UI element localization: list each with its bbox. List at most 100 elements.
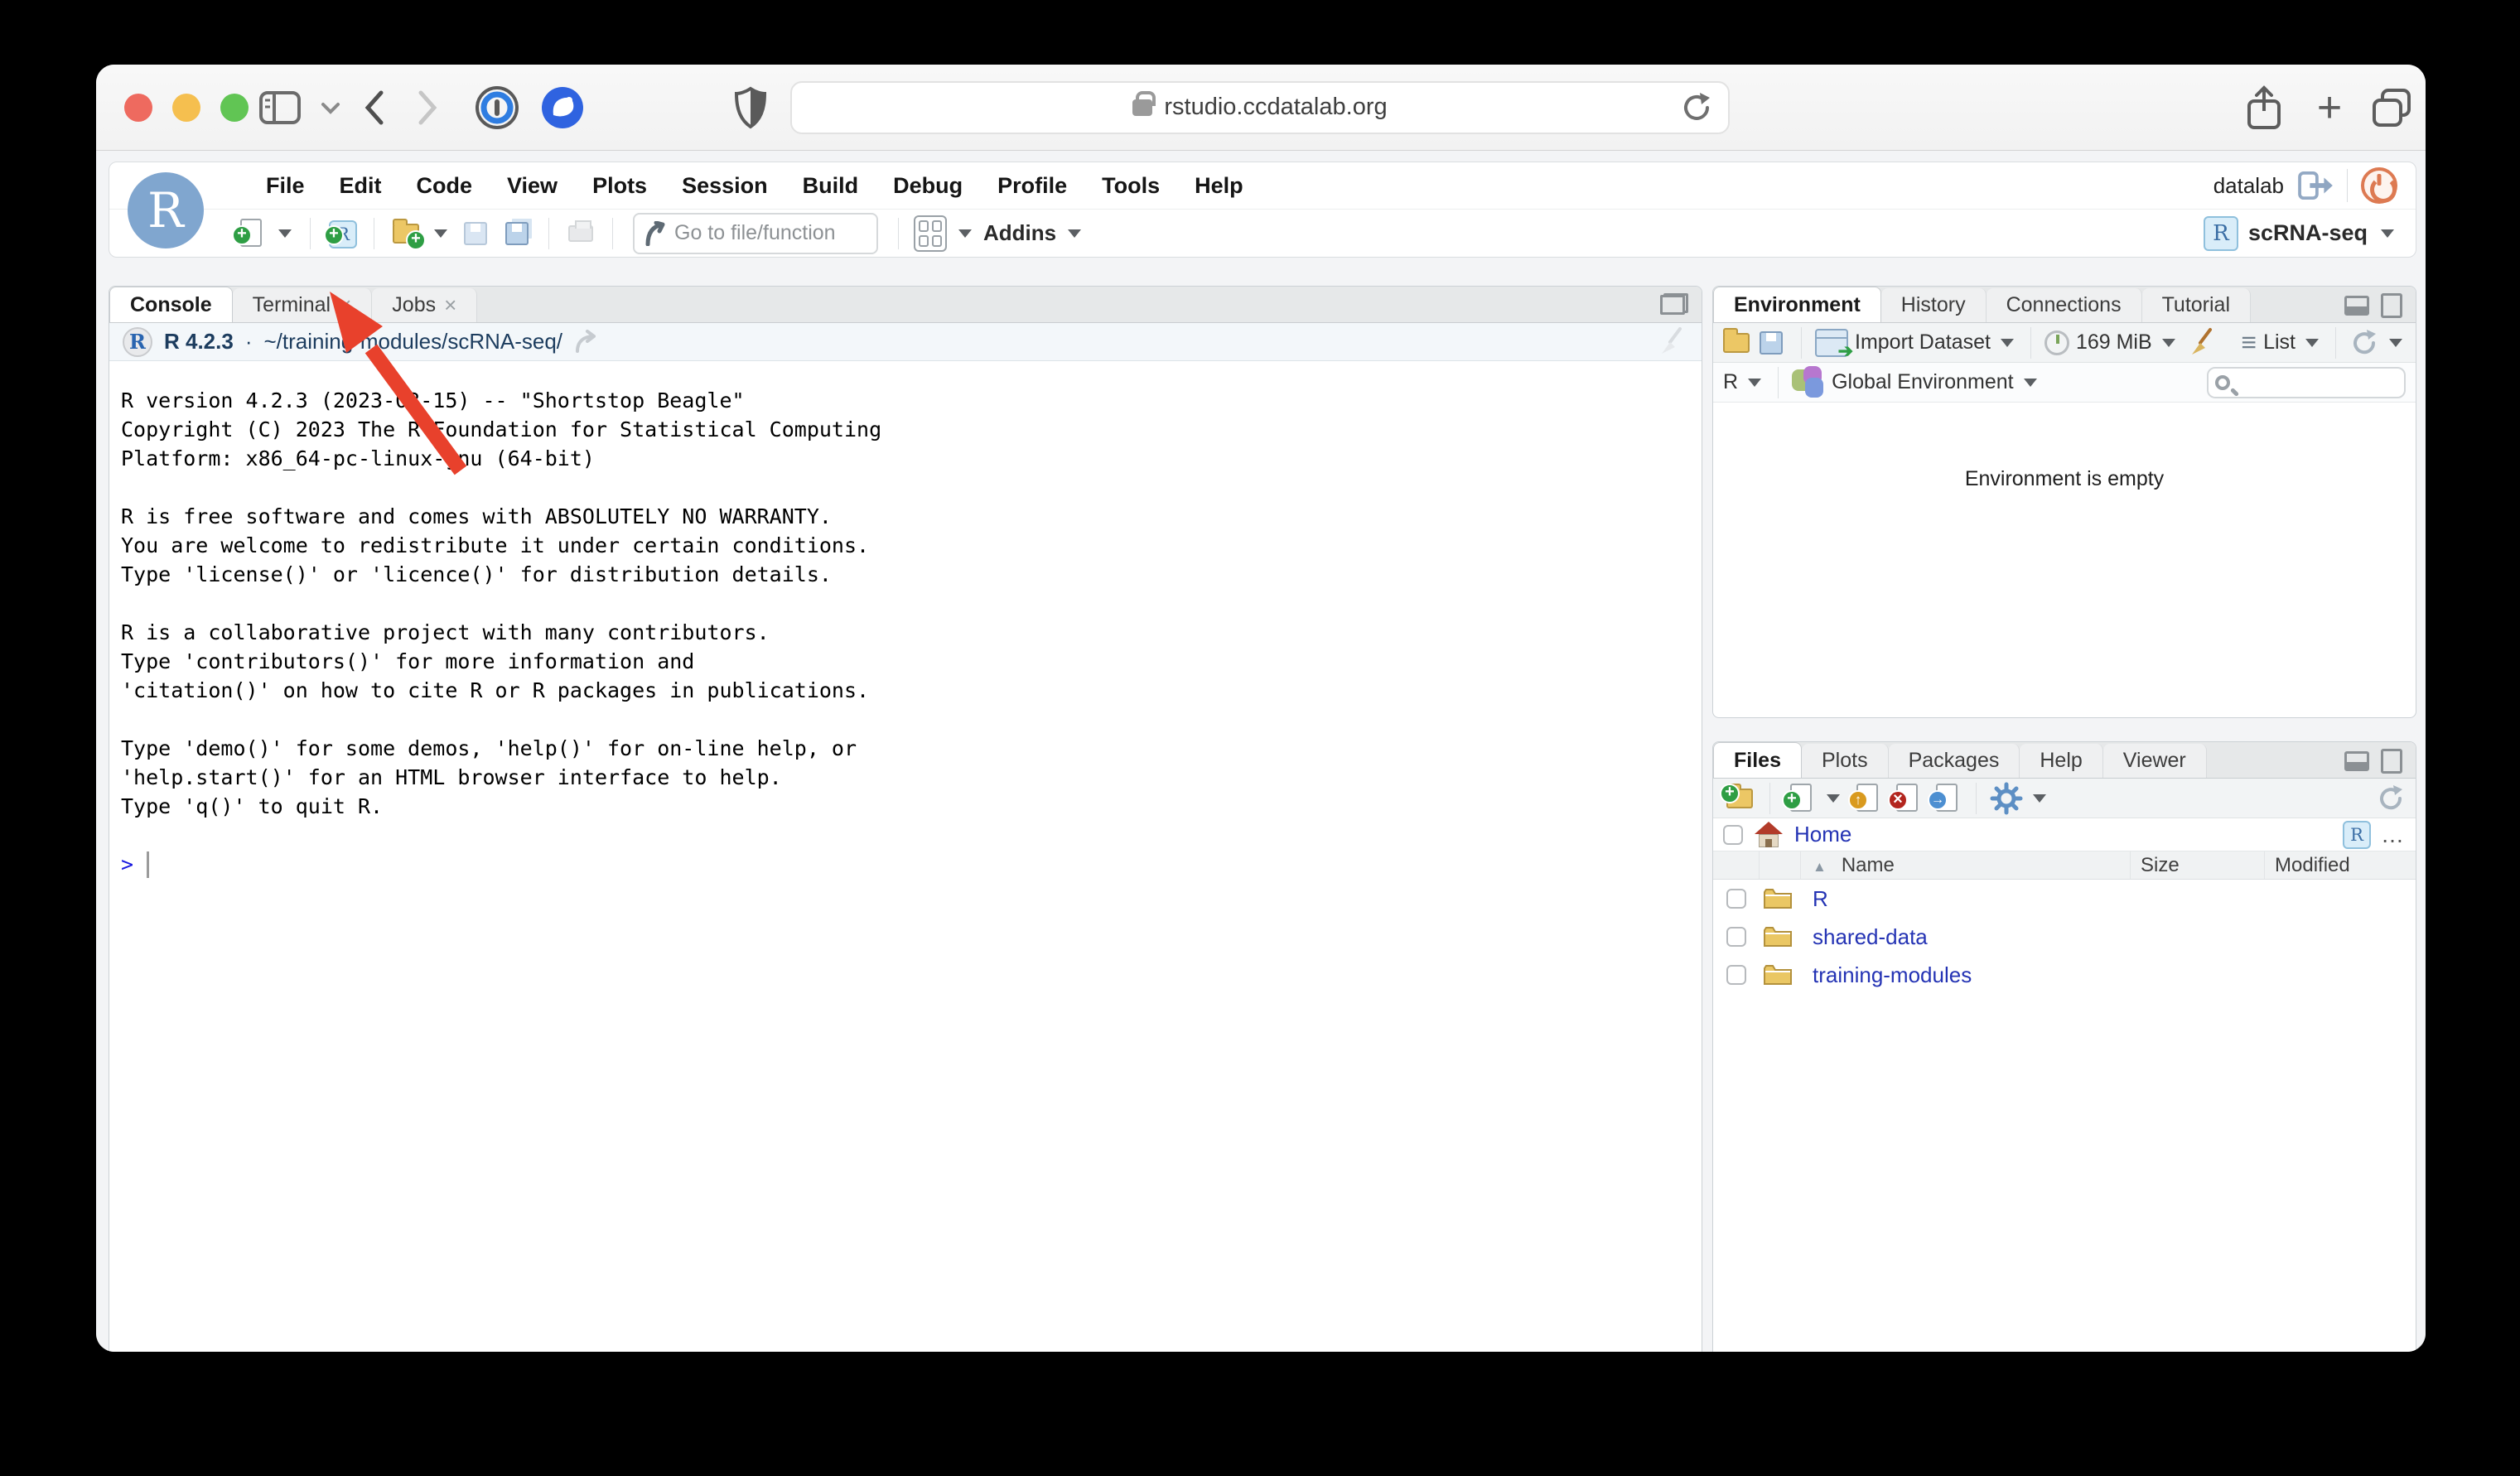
upload-icon[interactable] (1848, 782, 1883, 815)
back-button[interactable] (360, 86, 388, 129)
environment-search-input[interactable] (2235, 371, 2384, 393)
rename-icon[interactable] (1928, 782, 1962, 815)
goto-file-search[interactable] (633, 212, 878, 254)
memory-usage-caret[interactable] (2161, 338, 2175, 347)
row-checkbox[interactable] (1726, 927, 1746, 947)
scope-selector[interactable]: Global Environment (1832, 370, 2014, 394)
list-view-caret[interactable] (2305, 338, 2319, 347)
reload-button[interactable] (1680, 89, 1713, 126)
row-checkbox[interactable] (1726, 965, 1746, 985)
new-file-dropdown-caret[interactable] (278, 229, 292, 238)
save-workspace-icon[interactable] (1760, 326, 1788, 359)
table-row[interactable]: R (1713, 880, 2416, 918)
refresh-files-icon[interactable] (2376, 784, 2406, 813)
close-jobs-icon[interactable] (444, 292, 456, 318)
menu-file[interactable]: File (249, 166, 322, 205)
refresh-caret[interactable] (2389, 338, 2402, 347)
address-bar[interactable]: rstudio.ccdatalab.org (790, 80, 1730, 134)
column-header-modified[interactable]: Modified (2265, 851, 2416, 879)
file-name-link[interactable]: shared-data (1801, 924, 1928, 950)
memory-usage-label[interactable]: 169 MiB (2076, 330, 2152, 355)
menu-edit[interactable]: Edit (322, 166, 399, 205)
path-ellipsis-button[interactable] (2381, 822, 2406, 848)
environment-search[interactable] (2207, 366, 2406, 398)
console-prompt[interactable]: > (121, 850, 1702, 879)
table-row[interactable]: shared-data (1713, 918, 2416, 956)
addins-dropdown-caret[interactable] (1068, 229, 1082, 238)
select-all-checkbox[interactable] (1723, 824, 1743, 845)
tab-console[interactable]: Console (109, 287, 233, 322)
language-caret[interactable] (1748, 378, 1762, 387)
goto-file-input[interactable] (674, 221, 857, 245)
language-selector[interactable]: R (1723, 370, 1738, 394)
extension-icon[interactable] (538, 84, 587, 132)
clear-objects-icon[interactable] (2185, 326, 2218, 359)
row-checkbox[interactable] (1726, 889, 1746, 909)
clear-console-icon[interactable] (1655, 326, 1688, 359)
close-window-button[interactable] (124, 93, 152, 122)
menu-code[interactable]: Code (399, 166, 490, 205)
zoom-window-button[interactable] (220, 93, 249, 122)
new-folder-icon[interactable] (1720, 782, 1756, 815)
minimize-pane-icon[interactable] (2344, 751, 2369, 771)
quit-session-button[interactable] (2361, 167, 2397, 204)
open-directory-icon[interactable] (574, 329, 602, 355)
sign-out-icon[interactable] (2297, 171, 2334, 200)
project-selector[interactable]: R scRNA-seq (2203, 215, 2397, 251)
r-home-icon[interactable]: R (2343, 820, 2371, 849)
new-project-icon[interactable]: R (324, 217, 359, 250)
tab-help[interactable]: Help (2020, 744, 2103, 778)
save-icon[interactable] (459, 217, 492, 250)
menu-session[interactable]: Session (664, 166, 785, 205)
scope-caret[interactable] (2023, 378, 2037, 387)
import-dataset-caret[interactable] (2000, 338, 2014, 347)
tab-terminal[interactable]: Terminal (232, 288, 373, 322)
delete-icon[interactable] (1888, 782, 1923, 815)
tab-plots[interactable]: Plots (1801, 744, 1889, 778)
close-terminal-icon[interactable] (339, 292, 351, 318)
tab-environment[interactable]: Environment (1713, 287, 1881, 322)
refresh-environment-icon[interactable] (2349, 328, 2379, 358)
minimize-window-button[interactable] (172, 93, 200, 122)
minimize-pane-icon[interactable] (2344, 296, 2369, 316)
menu-view[interactable]: View (490, 166, 575, 205)
list-view-button[interactable]: List (2263, 330, 2296, 355)
open-file-dropdown-caret[interactable] (434, 229, 447, 238)
tab-overview-button[interactable] (2369, 87, 2414, 128)
menu-build[interactable]: Build (785, 166, 876, 205)
sidebar-toggle-icon[interactable] (258, 90, 302, 125)
panes-layout-icon[interactable] (914, 215, 947, 252)
import-dataset-button[interactable]: Import Dataset (1855, 330, 1991, 355)
more-options-gear-icon[interactable] (1990, 782, 2023, 815)
tab-tutorial[interactable]: Tutorial (2141, 288, 2252, 322)
file-name-link[interactable]: R (1801, 886, 1828, 912)
open-file-icon[interactable] (389, 217, 426, 250)
tab-connections[interactable]: Connections (1986, 288, 2142, 322)
privacy-shield-icon[interactable] (734, 86, 767, 129)
table-row[interactable]: training-modules (1713, 956, 2416, 994)
menu-tools[interactable]: Tools (1084, 166, 1177, 205)
column-header-size[interactable]: Size (2131, 851, 2265, 879)
menu-debug[interactable]: Debug (876, 166, 980, 205)
column-header-name[interactable]: Name (1801, 851, 2131, 879)
console-output[interactable]: R version 4.2.3 (2023-03-15) -- "Shortst… (109, 361, 1702, 879)
tab-packages[interactable]: Packages (1888, 744, 2020, 778)
addins-button[interactable]: Addins (983, 220, 1056, 246)
new-tab-button[interactable] (2310, 83, 2349, 133)
maximize-pane-icon[interactable] (2381, 293, 2402, 318)
restore-pane-icon[interactable] (1660, 293, 1688, 315)
new-blank-file-caret[interactable] (1827, 793, 1840, 803)
sidebar-chevron-icon[interactable] (318, 99, 343, 116)
more-options-caret[interactable] (2033, 793, 2046, 803)
new-blank-file-icon[interactable] (1782, 782, 1817, 815)
tab-viewer[interactable]: Viewer (2102, 744, 2207, 778)
menu-profile[interactable]: Profile (980, 166, 1084, 205)
panes-dropdown-caret[interactable] (958, 229, 972, 238)
menu-plots[interactable]: Plots (575, 166, 664, 205)
forward-button[interactable] (414, 86, 442, 129)
load-workspace-icon[interactable] (1723, 326, 1753, 359)
tab-jobs[interactable]: Jobs (372, 288, 478, 322)
new-file-icon[interactable] (232, 217, 267, 250)
tab-history[interactable]: History (1880, 288, 1987, 322)
menu-help[interactable]: Help (1177, 166, 1261, 205)
